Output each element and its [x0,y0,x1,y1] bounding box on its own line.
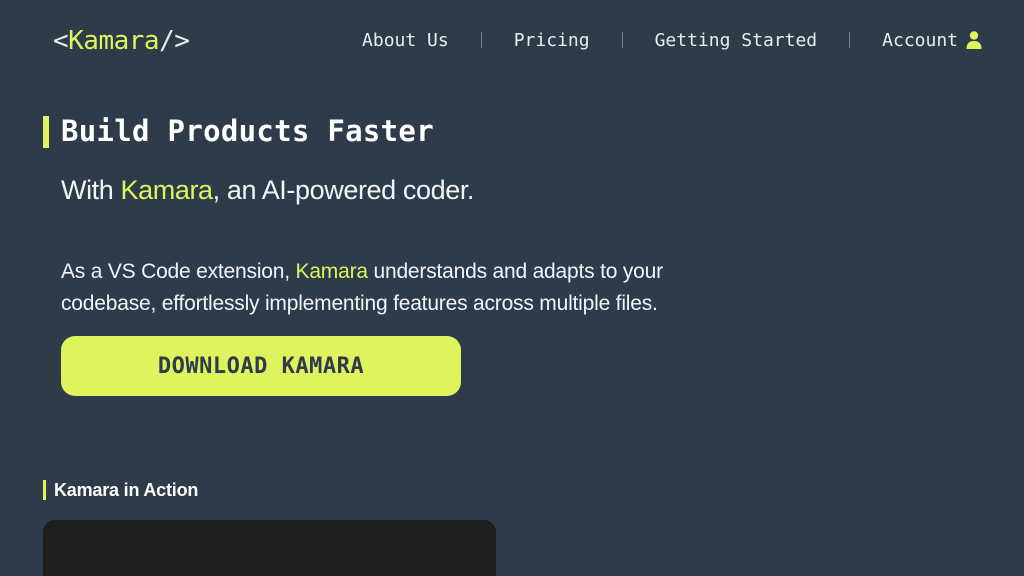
section-accent-bar [43,480,46,500]
demo-video-frame[interactable] [43,520,496,576]
hero-subtitle: With Kamara, an AI-powered coder. [61,172,474,208]
download-button[interactable]: DOWNLOAD KAMARA [61,336,461,396]
logo-name: Kamara [68,26,160,56]
nav-separator [480,32,482,48]
logo-open-bracket: < [53,26,69,56]
nav-separator [849,32,851,48]
hero-subtitle-brand: Kamara [120,175,214,205]
hero-accent-bar [43,116,49,148]
hero-description-prefix: As a VS Code extension, [61,260,296,283]
nav-account[interactable]: Account [882,30,982,51]
user-icon [966,31,982,49]
nav-pricing[interactable]: Pricing [514,30,590,51]
hero-description-brand: Kamara [295,260,369,283]
hero-description: As a VS Code extension, Kamara understan… [61,256,761,320]
hero-subtitle-suffix: , an AI-powered coder. [212,175,475,205]
hero-subtitle-prefix: With [61,175,121,205]
nav-separator [621,32,623,48]
logo-close-bracket: /> [159,26,190,56]
main-nav: About Us Pricing Getting Started Account [362,26,982,54]
section-title: Kamara in Action [54,480,199,500]
nav-account-label: Account [882,29,958,51]
page-title: Build Products Faster [61,114,434,148]
logo[interactable]: <Kamara/> [53,24,190,58]
nav-about-us[interactable]: About Us [362,30,449,51]
nav-getting-started[interactable]: Getting Started [655,30,818,51]
